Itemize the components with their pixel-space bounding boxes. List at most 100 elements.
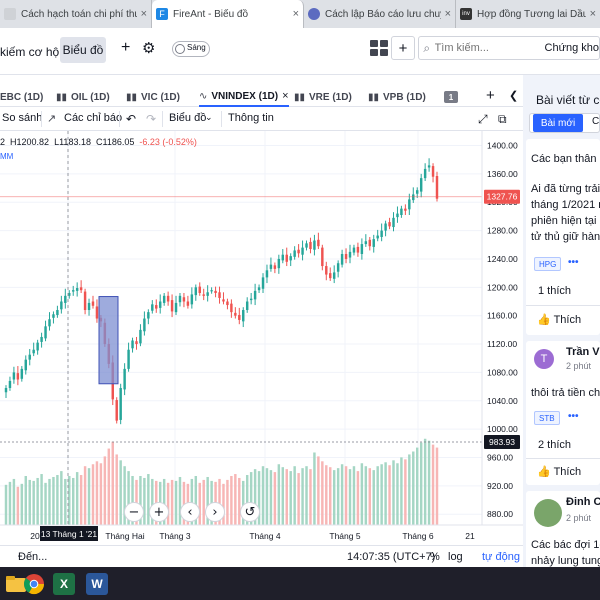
volume-bar <box>36 477 39 525</box>
stock-tag[interactable]: HPG <box>534 257 562 271</box>
tab-other[interactable]: C <box>592 116 599 127</box>
chevron-down-icon[interactable]: ⌄ <box>205 112 213 123</box>
volume-bar <box>384 462 387 525</box>
price-tick-label: 880.00 <box>487 509 513 519</box>
tab-new-posts[interactable]: Bài mới <box>533 114 583 132</box>
browser-tab-label: FireAnt - Biểu đồ <box>173 8 249 20</box>
market-label[interactable]: Chứng kho <box>545 42 599 54</box>
scroll-left-button[interactable]: ‹ <box>180 502 200 522</box>
time-tick-label: Tháng 4 <box>249 531 280 541</box>
post-time: 2 phút <box>566 513 592 523</box>
log-scale-toggle[interactable]: log <box>448 551 463 563</box>
compare-button[interactable]: So sánh <box>2 112 42 124</box>
volume-bar <box>285 469 288 525</box>
symbol-count-badge[interactable]: 1 <box>440 87 458 107</box>
price-chart[interactable]: −+‹›↺ 1400.001360.001320.001280.001240.0… <box>0 131 523 545</box>
add-icon[interactable]: + <box>121 39 130 57</box>
close-icon[interactable]: × <box>141 8 147 20</box>
more-icon[interactable]: ••• <box>568 411 579 422</box>
candlestick-chart[interactable]: −+‹›↺ 1400.001360.001320.001280.001240.0… <box>0 131 523 545</box>
chevron-left-icon[interactable]: ❮ <box>509 89 518 102</box>
volume-bar <box>400 457 403 525</box>
volume-bar <box>388 465 391 525</box>
search-input[interactable] <box>434 42 525 54</box>
candle-body <box>368 239 372 247</box>
candle-body <box>427 165 431 168</box>
divider <box>221 111 222 127</box>
symbol-tab-vre[interactable]: ▮▮ VRE (1D) <box>294 87 352 107</box>
volume-bar <box>12 478 16 525</box>
goto-date-button[interactable]: Đến... <box>18 551 47 563</box>
candle-body <box>186 301 190 306</box>
fullscreen-icon[interactable]: ⤢ <box>478 112 488 127</box>
candle-body <box>380 230 383 237</box>
close-icon[interactable]: × <box>445 8 451 20</box>
indicators-button[interactable]: Các chỉ báo <box>64 112 122 124</box>
screenshot-icon[interactable]: ⧉ <box>498 112 507 127</box>
candle-body <box>36 342 39 351</box>
candle-body <box>190 294 194 305</box>
price-tick-label: 1000.00 <box>487 424 518 434</box>
volume-bar <box>336 468 340 525</box>
search-box[interactable]: ⌕ Chứng kho <box>418 36 600 60</box>
avatar[interactable] <box>534 499 562 527</box>
excel-icon[interactable]: X <box>53 573 75 595</box>
scroll-right-button[interactable]: › <box>205 502 225 522</box>
reset-view-button[interactable]: ↺ <box>240 502 260 522</box>
author-name[interactable]: Trần Vă <box>566 346 600 358</box>
browser-tab-active[interactable]: F FireAnt - Biểu đồ × <box>152 0 304 28</box>
symbol-tab-ebc[interactable]: EBC (1D) <box>0 87 43 107</box>
candle-body <box>269 264 273 269</box>
post-card[interactable]: Đinh C 2 phút Các bác đợi 1- nhảy lung t… <box>526 491 600 567</box>
like-button[interactable]: 👍 Thích <box>537 465 581 478</box>
more-icon[interactable]: ••• <box>568 257 579 268</box>
volume-bar <box>174 480 178 525</box>
post-card[interactable]: Các bạn thân m Ai đã từng trải tháng 1/2… <box>526 139 600 335</box>
word-icon[interactable]: W <box>86 573 108 595</box>
layout-grid-icon[interactable] <box>368 38 388 58</box>
volume-bar <box>202 479 205 525</box>
zoom-in-button[interactable]: + <box>149 502 169 522</box>
close-icon[interactable]: × <box>590 8 596 20</box>
add-layout-button[interactable]: + <box>391 36 415 60</box>
zoom-out-button[interactable]: − <box>124 502 144 522</box>
chart-menu-button[interactable]: Biểu đồ <box>60 37 106 63</box>
close-icon[interactable]: × <box>293 8 299 20</box>
volume-bar <box>60 471 63 525</box>
symbol-tab-oil[interactable]: ▮▮ OIL (1D) <box>56 87 110 107</box>
volume-bar <box>313 452 316 525</box>
undo-icon[interactable]: ↶ <box>126 112 136 126</box>
avatar[interactable]: T <box>534 349 554 369</box>
browser-tab[interactable]: inv Hợp đồng Tương lai Dầu Brent × <box>456 0 600 28</box>
browser-tab[interactable]: Cách lập Báo cáo lưu chuyển tiề × <box>304 0 456 28</box>
post-text-line: Các bạn thân m <box>531 153 600 165</box>
opportunity-link[interactable]: kiếm cơ hội <box>0 45 62 59</box>
redo-icon[interactable]: ↷ <box>146 112 156 126</box>
volume-bar <box>222 483 225 525</box>
price-tick-label: 1360.00 <box>487 169 518 179</box>
indicators-icon[interactable]: ↗ <box>47 112 56 125</box>
candle-body <box>8 380 12 389</box>
symbol-tab-vpb[interactable]: ▮▮ VPB (1D) <box>368 87 426 107</box>
close-icon[interactable]: × <box>282 90 288 102</box>
author-name[interactable]: Đinh C <box>566 496 600 508</box>
like-button[interactable]: 👍 Thích <box>537 313 581 326</box>
stock-tag[interactable]: STB <box>534 411 560 425</box>
candle-body <box>135 341 138 345</box>
gear-icon[interactable]: ⚙ <box>142 39 155 57</box>
theme-toggle[interactable]: Sáng <box>172 41 210 57</box>
auto-scale-toggle[interactable]: tự động <box>482 551 520 563</box>
volume-tag-label: 983.93 <box>489 437 515 447</box>
symbol-tab-bar: EBC (1D) ▮▮ OIL (1D) ▮▮ VIC (1D) ∿ VNIND… <box>0 87 523 107</box>
symbol-tab-vic[interactable]: ▮▮ VIC (1D) <box>126 87 180 107</box>
add-symbol-icon[interactable]: + <box>486 87 495 104</box>
post-card[interactable]: T Trần Vă 2 phút thôi trả tiền cho STB •… <box>526 341 600 485</box>
symbol-tab-vnindex[interactable]: ∿ VNINDEX (1D) × <box>199 87 289 107</box>
symbol-count: 1 <box>444 91 458 103</box>
chart-type-button[interactable]: Biểu đồ <box>169 112 206 124</box>
volume-bar <box>423 438 427 525</box>
browser-tab[interactable]: Cách hạch toán chi phí thuế thu × <box>0 0 152 28</box>
percent-scale-toggle[interactable]: % <box>430 551 440 563</box>
info-button[interactable]: Thông tin <box>228 112 274 124</box>
chrome-icon[interactable] <box>23 573 45 595</box>
